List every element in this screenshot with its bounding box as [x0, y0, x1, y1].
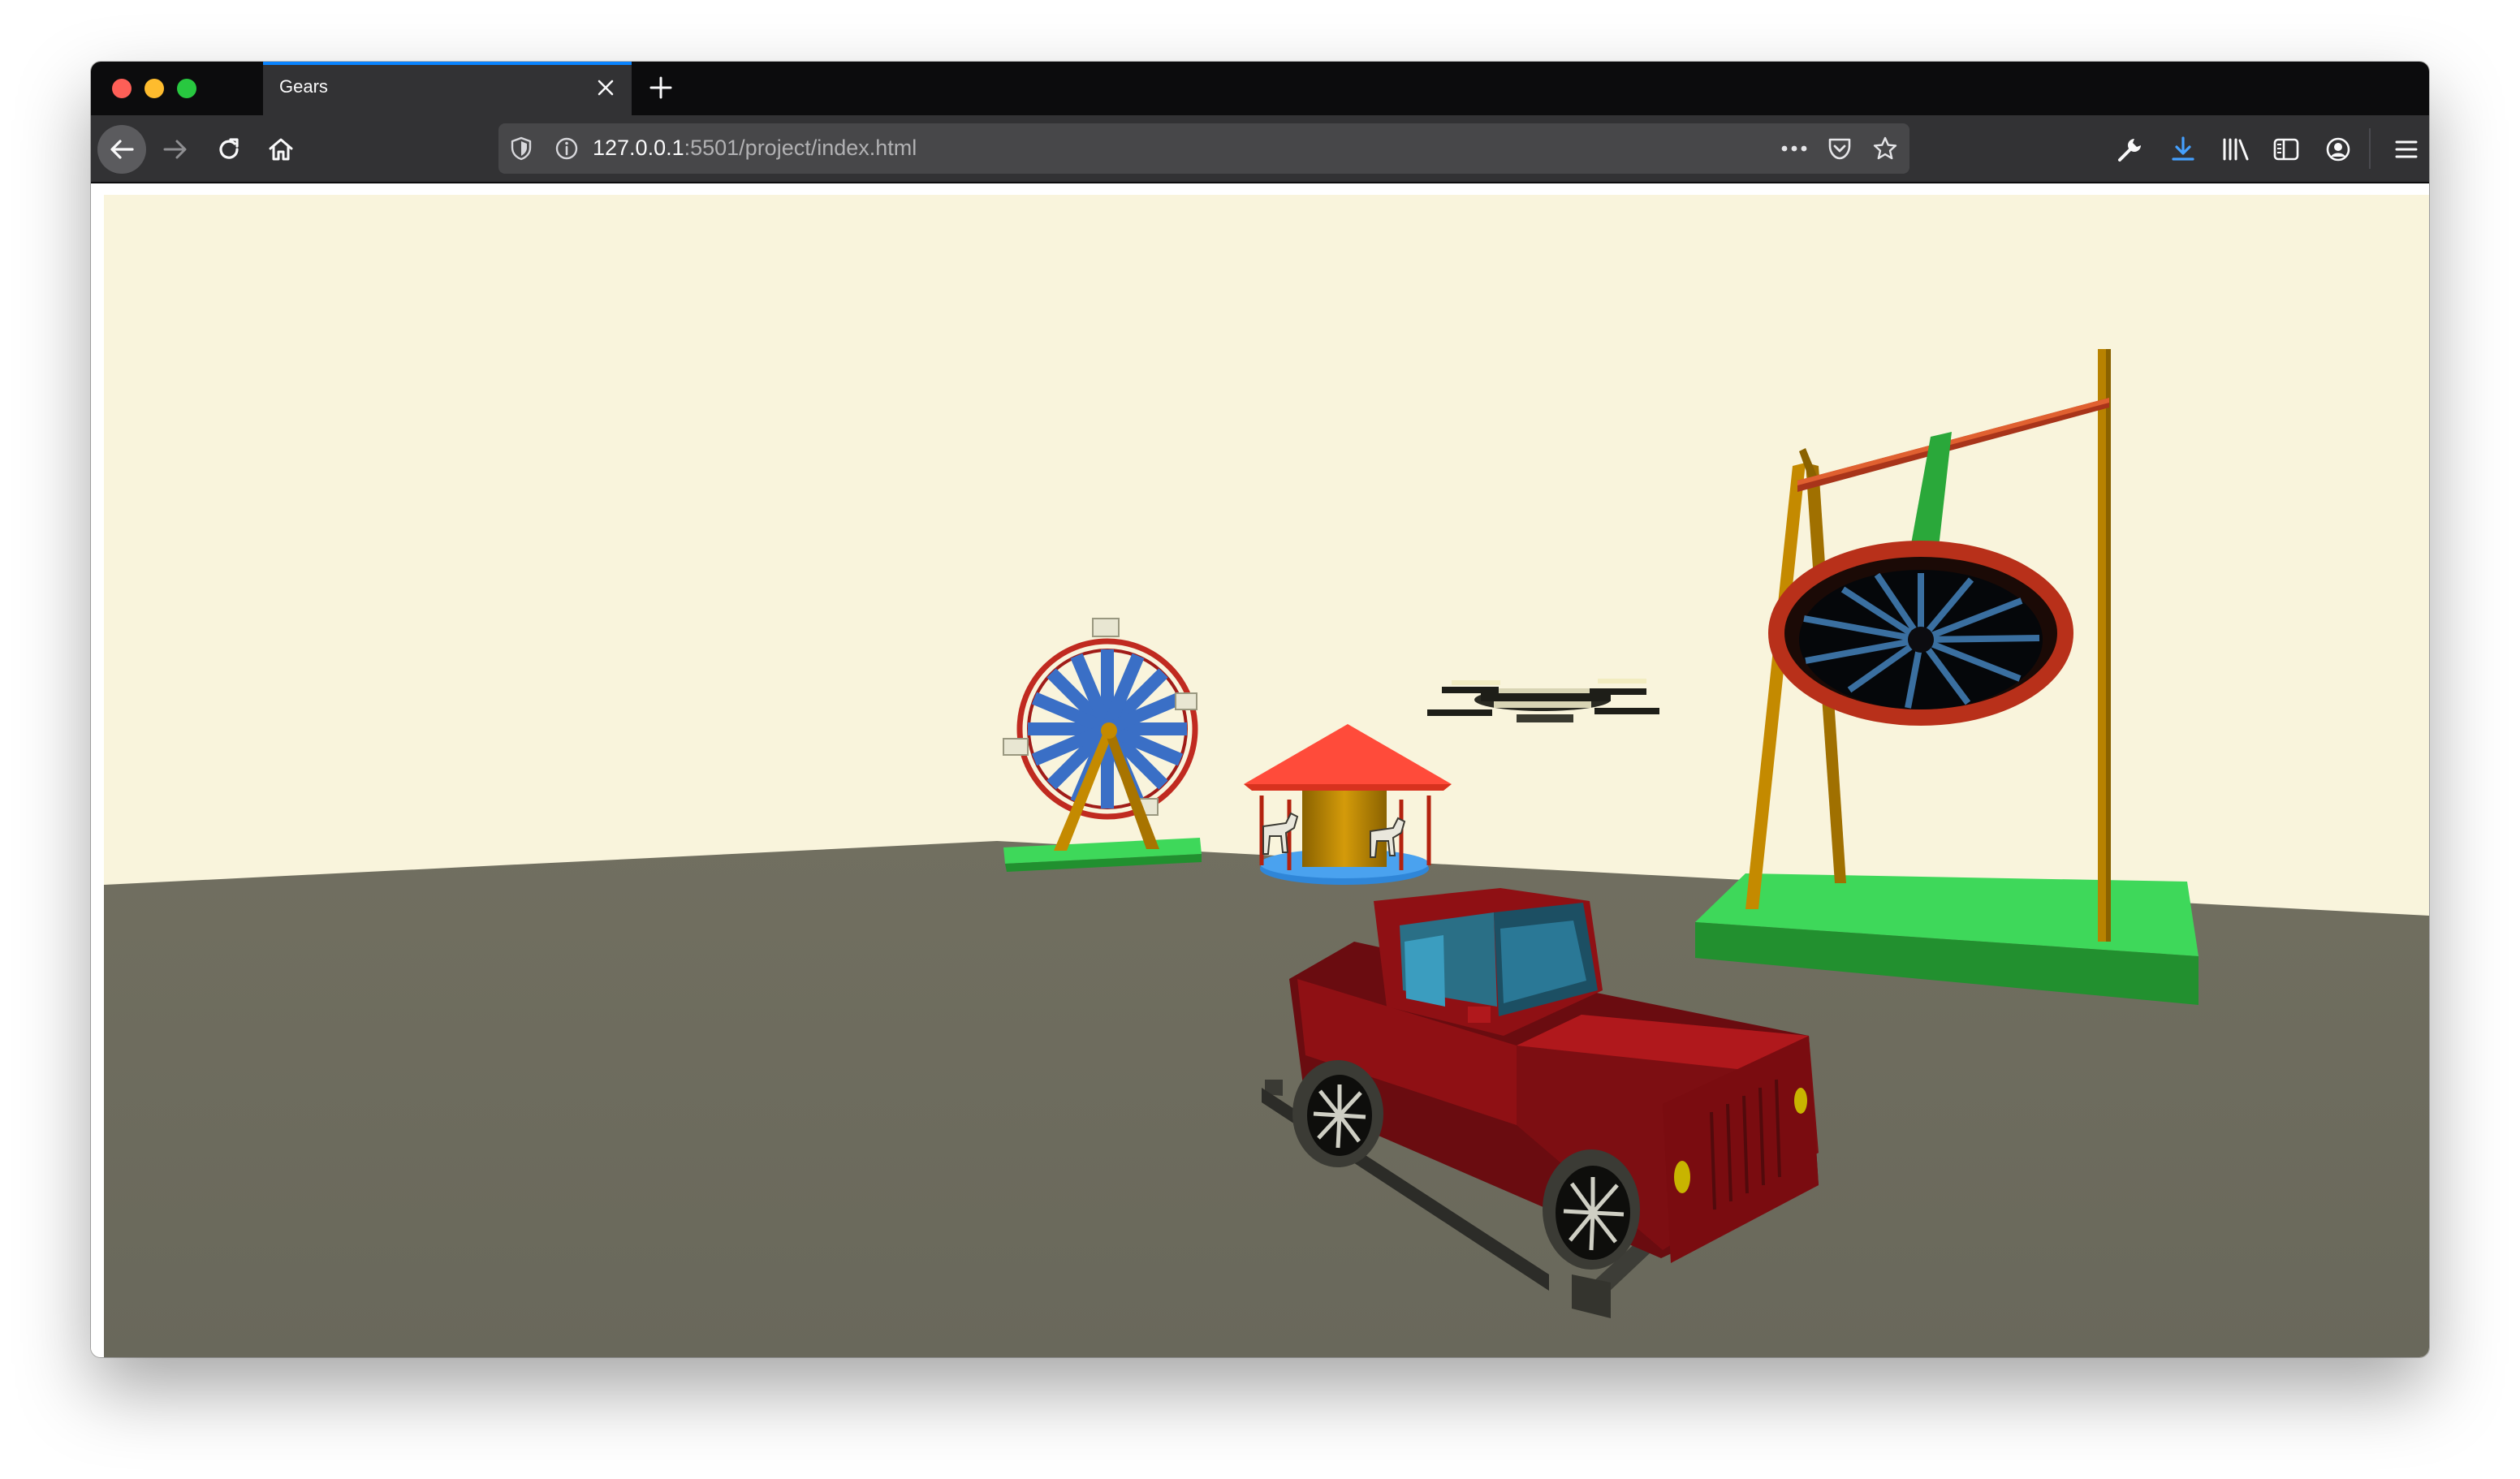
site-info-button[interactable]	[552, 134, 581, 163]
forward-button[interactable]	[151, 125, 200, 174]
browser-window: Gears 127.0.0.1:5501/project/index.html	[91, 62, 2429, 1357]
new-tab-button[interactable]	[643, 70, 679, 106]
account-icon	[2326, 137, 2350, 162]
download-icon	[2172, 136, 2194, 161]
page-content	[91, 183, 2429, 1357]
url-host: 127.0.0.1	[593, 136, 684, 160]
close-window-button[interactable]	[112, 79, 132, 98]
minimize-window-button[interactable]	[145, 79, 164, 98]
library-button[interactable]	[2218, 132, 2254, 167]
home-icon	[269, 138, 293, 161]
car-wheel-rear	[1292, 1060, 1383, 1167]
more-icon	[1781, 145, 1807, 152]
toolbar-separator	[2369, 128, 2371, 169]
home-button[interactable]	[257, 125, 305, 174]
tab-gears[interactable]: Gears	[263, 62, 632, 115]
car-wheel-front	[1543, 1149, 1640, 1270]
zoom-window-button[interactable]	[177, 79, 196, 98]
account-button[interactable]	[2320, 132, 2356, 167]
shield-icon	[511, 136, 532, 161]
arrow-right-icon	[163, 140, 187, 159]
close-tab-button[interactable]	[591, 73, 620, 102]
reload-icon	[219, 138, 239, 159]
webgl-canvas[interactable]	[104, 195, 2429, 1357]
scene-svg	[104, 195, 2429, 1357]
pocket-button[interactable]	[1825, 134, 1854, 163]
plus-icon	[649, 76, 672, 99]
developer-tools-button[interactable]	[2112, 132, 2148, 167]
nav-bar: 127.0.0.1:5501/project/index.html	[91, 115, 2429, 183]
reload-button[interactable]	[205, 125, 253, 174]
tab-title: Gears	[279, 76, 328, 97]
hamburger-icon	[2395, 140, 2418, 158]
sidebar-icon	[2273, 138, 2299, 161]
pocket-icon	[1828, 138, 1851, 160]
bookmark-star-button[interactable]	[1871, 134, 1900, 163]
tracking-protection-button[interactable]	[507, 134, 536, 163]
sidebar-button[interactable]	[2268, 132, 2304, 167]
arrow-left-icon	[110, 140, 134, 159]
app-menu-button[interactable]	[2388, 132, 2424, 167]
close-icon	[598, 80, 614, 96]
tab-strip: Gears	[91, 62, 2429, 115]
url-path: :5501/project/index.html	[684, 136, 917, 160]
library-icon	[2223, 138, 2249, 161]
url-text[interactable]: 127.0.0.1:5501/project/index.html	[593, 136, 917, 161]
downloads-button[interactable]	[2165, 132, 2201, 167]
star-icon	[1873, 136, 1897, 160]
wrench-icon	[2118, 139, 2141, 162]
url-bar[interactable]: 127.0.0.1:5501/project/index.html	[498, 123, 1909, 174]
back-button[interactable]	[97, 125, 146, 174]
page-actions-button[interactable]	[1780, 134, 1809, 163]
info-icon	[555, 137, 578, 160]
